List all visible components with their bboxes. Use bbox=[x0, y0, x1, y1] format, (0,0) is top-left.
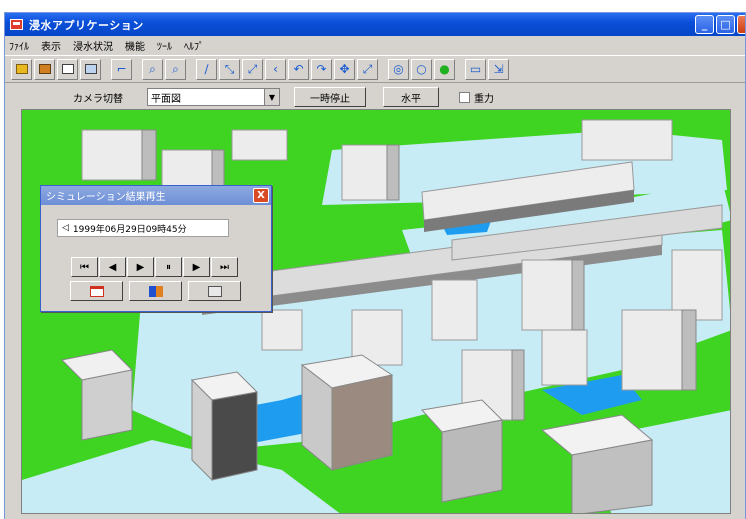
tools-icon bbox=[207, 285, 222, 297]
menu-help[interactable]: ﾍﾙﾌﾟ bbox=[184, 38, 204, 53]
horizontal-button[interactable]: 水平 bbox=[383, 87, 439, 107]
speaker-icon: ◁ bbox=[62, 223, 69, 233]
gravity-checkbox[interactable]: 重力 bbox=[459, 90, 494, 105]
camera-label: カメラ切替 bbox=[73, 94, 123, 105]
toolbar: ⌐ ⌕ ⌕ ∕ ⤡ ⤢ ‹ ↶ ↷ ✥ ⤢ ◎ ○ ● ▭ ⇲ bbox=[5, 55, 745, 83]
pointer-icon[interactable]: ⌐ bbox=[111, 58, 132, 80]
zoom-out-icon[interactable]: ⌕ bbox=[165, 58, 186, 80]
chevron-down-icon[interactable]: ▼ bbox=[264, 89, 279, 105]
timestamp-display: ◁ 1999年06月29日09時45分 bbox=[57, 219, 229, 237]
expand-icon[interactable]: ⤢ bbox=[242, 58, 263, 80]
zoom-in-icon[interactable]: ⌕ bbox=[142, 58, 163, 80]
print-icon[interactable] bbox=[57, 58, 78, 80]
gravity-label: 重力 bbox=[474, 94, 494, 105]
window-title: 浸水アプリケーション bbox=[29, 18, 144, 32]
status-bar bbox=[5, 514, 745, 519]
save-icon[interactable] bbox=[34, 58, 55, 80]
fit-icon[interactable]: ⤡ bbox=[219, 58, 240, 80]
timestamp-text: 1999年06月29日09時45分 bbox=[72, 224, 187, 235]
rotate-left-icon[interactable]: ↶ bbox=[288, 58, 309, 80]
dialog-title-bar: シミュレーション結果再生 X bbox=[41, 186, 271, 205]
settings-button[interactable] bbox=[188, 281, 241, 301]
copy-icon[interactable] bbox=[80, 58, 101, 80]
dialog-close-button[interactable]: X bbox=[253, 188, 269, 203]
gravity-checkbox-box[interactable] bbox=[459, 92, 470, 103]
menu-view[interactable]: 表示 bbox=[41, 38, 61, 53]
pause-button-dialog[interactable]: ⏸ bbox=[155, 257, 182, 277]
circle-icon[interactable]: ○ bbox=[411, 58, 432, 80]
menu-bar: ﾌｧｲﾙ 表示 浸水状況 機能 ﾂｰﾙ ﾍﾙﾌﾟ bbox=[5, 36, 745, 55]
first-frame-button[interactable]: ⏮ bbox=[71, 257, 98, 277]
folder-open-icon[interactable] bbox=[11, 58, 32, 80]
step-forward-button[interactable]: ▶ bbox=[183, 257, 210, 277]
play-button[interactable]: ▶ bbox=[127, 257, 154, 277]
export-button[interactable] bbox=[129, 281, 182, 301]
maximize-button[interactable]: □ bbox=[716, 15, 735, 34]
target-icon[interactable]: ◎ bbox=[388, 58, 409, 80]
resize-icon[interactable]: ⇲ bbox=[488, 58, 509, 80]
menu-flood-status[interactable]: 浸水状況 bbox=[73, 38, 113, 53]
close-button[interactable] bbox=[737, 15, 745, 34]
playback-dialog: シミュレーション結果再生 X ◁ 1999年06月29日09時45分 ⏮ ◀ ▶… bbox=[40, 185, 272, 312]
green-dot-icon[interactable]: ● bbox=[434, 58, 455, 80]
export-icon bbox=[148, 285, 163, 297]
camera-controls: カメラ切替 平面図 ▼ 一時停止 水平 重力 bbox=[5, 85, 745, 109]
app-icon bbox=[10, 19, 23, 30]
menu-functions[interactable]: 機能 bbox=[125, 38, 145, 53]
rotate-right-icon[interactable]: ↷ bbox=[311, 58, 332, 80]
pause-button[interactable]: 一時停止 bbox=[294, 87, 366, 107]
title-bar: 浸水アプリケーション _ □ bbox=[5, 13, 745, 36]
window-icon[interactable]: ▭ bbox=[465, 58, 486, 80]
back-icon[interactable]: ‹ bbox=[265, 58, 286, 80]
step-back-button[interactable]: ◀ bbox=[99, 257, 126, 277]
pen-icon[interactable]: ∕ bbox=[196, 58, 217, 80]
move-icon[interactable]: ✥ bbox=[334, 58, 355, 80]
calendar-icon bbox=[89, 285, 104, 297]
stretch-icon[interactable]: ⤢ bbox=[357, 58, 378, 80]
last-frame-button[interactable]: ⏭ bbox=[211, 257, 238, 277]
menu-file[interactable]: ﾌｧｲﾙ bbox=[9, 38, 29, 53]
camera-select-value: 平面図 bbox=[151, 93, 181, 105]
camera-select[interactable]: 平面図 ▼ bbox=[147, 88, 280, 106]
minimize-button[interactable]: _ bbox=[695, 15, 714, 34]
dialog-title: シミュレーション結果再生 bbox=[46, 192, 166, 203]
menu-tools[interactable]: ﾂｰﾙ bbox=[157, 38, 172, 53]
record-button[interactable] bbox=[70, 281, 123, 301]
flood-scene bbox=[22, 110, 730, 513]
